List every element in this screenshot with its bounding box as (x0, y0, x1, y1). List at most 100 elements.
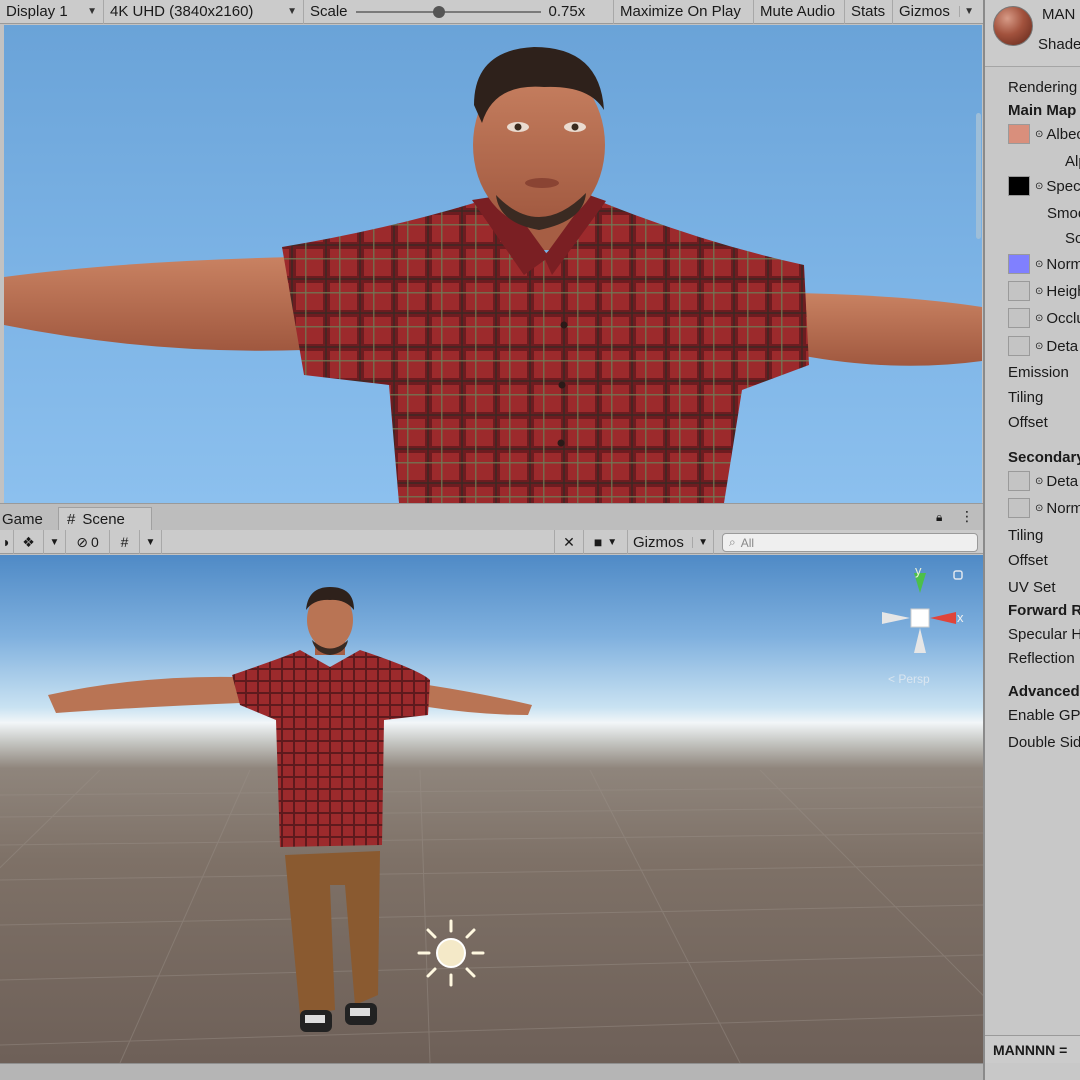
scene-render (0, 587, 983, 1063)
search-icon: ⌕ (729, 535, 736, 549)
scene-gizmos-dropdown[interactable]: Gizmos ▼ (628, 530, 714, 554)
hash-icon: # (67, 511, 76, 528)
bottom-status-strip (0, 1063, 983, 1080)
secondary-tiling-label: Tiling (1008, 527, 1044, 544)
grid-dropdown-icon[interactable]: ▼ (140, 530, 162, 554)
detail-mask-texture-slot[interactable] (1008, 336, 1030, 356)
tab-scene[interactable]: # Scene (58, 507, 152, 531)
object-picker-icon[interactable]: ⊙ (1035, 503, 1043, 514)
grid-toggle-icon[interactable]: # (110, 530, 140, 554)
tab-game[interactable]: Game (0, 507, 51, 531)
directional-light-icon[interactable] (417, 919, 485, 987)
camera-dropdown[interactable]: ■ ▼ (584, 530, 628, 554)
detail-normal-texture-slot[interactable] (1008, 498, 1030, 518)
game-vertical-scrollbar[interactable] (976, 113, 981, 239)
detail-albedo-prop[interactable]: ⊙ Deta (1035, 473, 1078, 490)
occlusion-texture-slot[interactable] (1008, 308, 1030, 328)
chevron-down-icon: ▼ (959, 6, 974, 17)
secondary-offset-label: Offset (1008, 552, 1048, 569)
emission-toggle[interactable]: Emission (1008, 364, 1069, 381)
tools-icon[interactable]: ✕ (554, 530, 584, 554)
mute-audio-toggle[interactable]: Mute Audio (754, 0, 845, 24)
gizmos-dropdown[interactable]: Gizmos ▼ (893, 0, 980, 24)
tiling-label: Tiling (1008, 389, 1044, 406)
specular-prop[interactable]: ⊙ Spec (1035, 178, 1080, 195)
object-picker-icon[interactable]: ⊙ (1035, 286, 1043, 297)
eye-slash-icon: ⊘ (76, 533, 88, 550)
effects-dropdown-icon[interactable]: ▼ (44, 530, 66, 554)
occlusion-label: Occlu (1046, 310, 1080, 327)
search-placeholder: All (740, 535, 755, 550)
shader-dropdown[interactable]: Shade (1038, 36, 1080, 53)
game-view-toolbar: Display 1 ▼ 4K UHD (3840x2160) ▼ Scale 0… (0, 0, 983, 24)
scale-control: Scale 0.75x (304, 0, 614, 24)
detail-mask-prop[interactable]: ⊙ Deta (1035, 338, 1078, 355)
inspector-panel: MAN Shade Rendering Main Map ⊙Albec Alp … (983, 0, 1080, 1080)
gizmos-label: Gizmos (899, 3, 950, 20)
normal-prop[interactable]: ⊙ Norm (1035, 256, 1080, 273)
more-options-icon[interactable]: ⋮ (960, 508, 974, 525)
scene-search-input[interactable]: ⌕ All (722, 533, 978, 552)
height-texture-slot[interactable] (1008, 281, 1030, 301)
height-prop[interactable]: ⊙Heigh (1035, 283, 1080, 300)
character-closeup-render (4, 47, 982, 503)
hidden-count: 0 (90, 534, 99, 550)
center-cube[interactable] (910, 608, 930, 628)
neg-y-axis-cone[interactable] (914, 628, 926, 653)
effects-toggle-icon[interactable]: ❖ (14, 530, 44, 554)
chevron-left-icon: < (888, 672, 896, 686)
object-picker-icon[interactable]: ⊙ (1035, 476, 1043, 487)
albedo-texture-slot[interactable] (1008, 124, 1030, 144)
neg-x-axis-cone[interactable] (882, 612, 910, 624)
tab-game-label: Game (2, 510, 43, 528)
resolution-dropdown[interactable]: 4K UHD (3840x2160) ▼ (104, 0, 304, 24)
scale-slider-handle[interactable] (433, 5, 446, 18)
object-picker-icon[interactable]: ⊙ (1035, 129, 1043, 140)
height-label: Heigh (1046, 283, 1080, 300)
forward-rendering-heading: Forward R (1008, 602, 1080, 619)
projection-label[interactable]: < Persp (888, 672, 930, 686)
gpu-instancing-label: Enable GP (1008, 707, 1080, 724)
detail-albedo-label: Deta (1046, 473, 1079, 490)
detail-normal-prop[interactable]: ⊙ Norm (1035, 500, 1080, 517)
scene-view-toolbar: ◗ ❖ ▼ ⊘ 0 # ▼ ✕ ■ ▼ Gizmos ▼ ⌕ All (0, 530, 983, 554)
alpha-label: Alp (1065, 153, 1080, 170)
display-label: Display 1 (6, 3, 68, 20)
chevron-down-icon: ▼ (87, 6, 97, 17)
y-axis-label: y (915, 565, 922, 578)
reflections-label: Reflection (1008, 650, 1075, 667)
gizmo-lock-icon[interactable] (953, 570, 963, 580)
object-picker-icon[interactable]: ⊙ (1035, 313, 1043, 324)
display-dropdown[interactable]: Display 1 ▼ (0, 0, 104, 24)
detail-albedo-texture-slot[interactable] (1008, 471, 1030, 491)
chevron-down-icon: ▼ (692, 536, 713, 548)
occlusion-prop[interactable]: ⊙Occlu (1035, 310, 1080, 327)
hidden-objects-toggle[interactable]: ⊘ 0 (66, 530, 110, 554)
stats-toggle[interactable]: Stats (845, 0, 893, 24)
material-header: MAN Shade (985, 0, 1080, 67)
tab-scene-label: Scene (82, 511, 125, 528)
object-picker-icon[interactable]: ⊙ (1035, 181, 1043, 192)
x-axis-label: x (957, 610, 964, 625)
object-picker-icon[interactable]: ⊙ (1035, 259, 1043, 270)
material-preview-sphere (993, 6, 1033, 46)
offset-label: Offset (1008, 414, 1048, 431)
game-view-viewport[interactable] (4, 25, 982, 503)
secondary-maps-heading: Secondary (1008, 449, 1080, 466)
stats-label: Stats (851, 3, 886, 20)
normal-texture-slot[interactable] (1008, 254, 1030, 274)
scale-label: Scale (310, 3, 348, 20)
albedo-prop[interactable]: ⊙Albec (1035, 126, 1080, 143)
specular-texture-slot[interactable] (1008, 176, 1030, 196)
audio-toggle-icon[interactable]: ◗ (0, 530, 14, 554)
rendering-mode-label: Rendering (1008, 79, 1078, 96)
albedo-label: Albec (1046, 126, 1080, 143)
x-axis-cone[interactable] (930, 612, 956, 624)
object-picker-icon[interactable]: ⊙ (1035, 341, 1043, 352)
ground-grid (0, 769, 983, 1063)
lock-icon[interactable]: 🔒︎ (936, 510, 942, 525)
scale-slider[interactable] (355, 5, 541, 18)
resolution-label: 4K UHD (3840x2160) (110, 3, 254, 20)
maximize-on-play-toggle[interactable]: Maximize On Play (614, 0, 754, 24)
scene-view-viewport[interactable]: y x < Persp (0, 555, 983, 1063)
